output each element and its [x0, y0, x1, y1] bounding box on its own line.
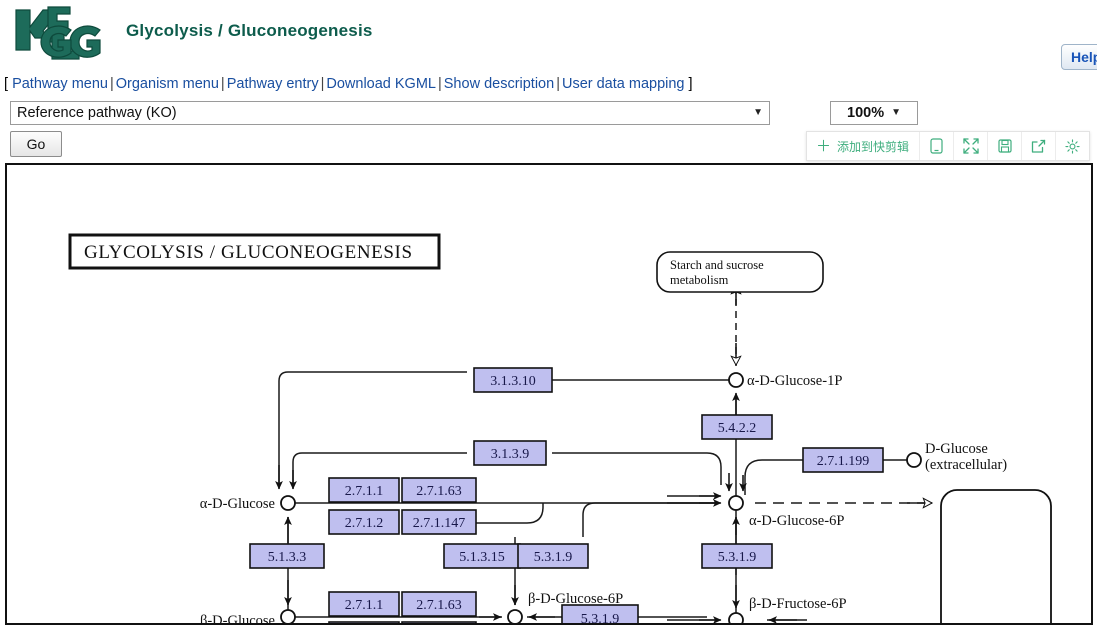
- enzyme-box-5-3-1-9-b[interactable]: 5.3.1.9: [701, 543, 773, 569]
- chevron-down-icon: ▼: [891, 107, 901, 118]
- go-button[interactable]: Go: [10, 131, 62, 157]
- quickclip-toolbar: ＋ 添加到快剪辑: [806, 131, 1090, 161]
- enzyme-box-5-4-2-2[interactable]: 5.4.2.2: [701, 414, 773, 440]
- pathway-select[interactable]: Reference pathway (KO) ▼: [10, 101, 770, 125]
- compound-label-line-1: D-Glucose: [925, 441, 988, 457]
- kegg-pathway-page: Glycolysis / Gluconeogenesis Help [ Path…: [0, 0, 1097, 625]
- enzyme-box-2-7-1-147-b[interactable]: 2.7.1.147: [401, 621, 477, 623]
- nav-sep: |: [220, 76, 225, 92]
- compound-label: β-D-Fructose-6P: [749, 596, 847, 612]
- nav-link-user-data-mapping[interactable]: User data mapping: [562, 76, 685, 92]
- add-to-quickclip-button[interactable]: ＋ 添加到快剪辑: [807, 132, 921, 160]
- add-to-quickclip-label: 添加到快剪辑: [837, 139, 910, 154]
- compound-b-d-glucose[interactable]: β-D-Glucose: [200, 609, 296, 623]
- map-node-line-1: Starch and sucrose: [670, 258, 764, 272]
- zoom-select[interactable]: 100% ▼: [830, 101, 918, 125]
- nav-link-pathway-menu[interactable]: Pathway menu: [12, 76, 108, 92]
- compound-d-glucose-extracellular[interactable]: D-Glucose (extracellular): [906, 441, 1007, 473]
- enzyme-box-2-7-1-199[interactable]: 2.7.1.199: [802, 447, 884, 473]
- zoom-select-value: 100%: [847, 105, 885, 121]
- enzyme-label: 5.3.1.9: [534, 550, 573, 565]
- pathway-canvas[interactable]: GLYCOLYSIS / GLUCONEOGENESIS Starch and …: [5, 163, 1093, 625]
- compound-label: α-D-Glucose-1P: [747, 373, 842, 389]
- compound-a-d-glucose-1p[interactable]: α-D-Glucose-1P: [728, 372, 842, 389]
- enzyme-label: 2.7.1.199: [817, 454, 870, 469]
- nav-links: [ Pathway menu | Organism menu | Pathway ent…: [4, 76, 1084, 98]
- enzyme-box-5-1-3-3[interactable]: 5.1.3.3: [249, 543, 325, 569]
- enzyme-box-3-1-3-10[interactable]: 3.1.3.10: [473, 367, 553, 393]
- enzyme-box-2-7-1-2-a[interactable]: 2.7.1.2: [328, 509, 400, 535]
- page-title: Glycolysis / Gluconeogenesis: [126, 21, 373, 40]
- enzyme-box-2-7-1-63-a[interactable]: 2.7.1.63: [401, 477, 477, 503]
- map-node-line-2: metabolism: [670, 273, 729, 287]
- compound-a-d-glucose-6p[interactable]: α-D-Glucose-6P: [728, 495, 844, 529]
- chevron-down-icon: ▼: [753, 107, 763, 118]
- enzyme-label: 2.7.1.63: [416, 598, 462, 613]
- enzyme-box-2-7-1-63-b[interactable]: 2.7.1.63: [401, 591, 477, 617]
- enzyme-box-5-3-1-9-c[interactable]: 5.3.1.9: [561, 604, 639, 623]
- enzyme-box-5-3-1-9-a[interactable]: 5.3.1.9: [517, 543, 589, 569]
- enzyme-label: 5.3.1.9: [581, 612, 620, 623]
- enzyme-box-2-7-1-1-a[interactable]: 2.7.1.1: [328, 477, 400, 503]
- help-button[interactable]: Help: [1061, 44, 1097, 70]
- map-node-right[interactable]: [940, 489, 1052, 623]
- nav-sep: |: [437, 76, 442, 92]
- enzyme-label: 2.7.1.63: [416, 484, 462, 499]
- enzyme-label: 2.7.1.2: [345, 516, 384, 531]
- enzyme-box-2-7-1-147-a[interactable]: 2.7.1.147: [401, 509, 477, 535]
- enzyme-label: 5.3.1.9: [718, 550, 757, 565]
- save-icon[interactable]: [988, 132, 1023, 160]
- compound-b-d-fructose-6p[interactable]: β-D-Fructose-6P: [728, 596, 847, 623]
- nav-close-bracket: ]: [688, 76, 693, 92]
- enzyme-label: 5.1.3.3: [268, 550, 307, 565]
- enzyme-label: 2.7.1.147: [413, 516, 466, 531]
- plus-icon: ＋: [816, 137, 832, 155]
- pathway-select-value: Reference pathway (KO): [17, 105, 177, 121]
- pathway-svg: GLYCOLYSIS / GLUCONEOGENESIS Starch and …: [68, 233, 1052, 623]
- compound-label: α-D-Glucose: [200, 496, 275, 512]
- nav-sep: |: [109, 76, 114, 92]
- nav-link-pathway-entry[interactable]: Pathway entry: [227, 76, 319, 92]
- enzyme-box-5-1-3-15[interactable]: 5.1.3.15: [443, 543, 521, 569]
- enzyme-label: 5.1.3.15: [459, 550, 505, 565]
- enzyme-box-3-1-3-9[interactable]: 3.1.3.9: [473, 440, 547, 466]
- compound-a-d-glucose[interactable]: α-D-Glucose: [200, 495, 296, 512]
- mobile-icon[interactable]: [920, 132, 955, 160]
- nav-link-organism-menu[interactable]: Organism menu: [116, 76, 219, 92]
- enzyme-label: 2.7.1.1: [345, 598, 384, 613]
- map-node-starch-sucrose[interactable]: Starch and sucrose metabolism: [656, 251, 824, 293]
- enzyme-label: 2.7.1.1: [345, 484, 384, 499]
- share-icon[interactable]: [1022, 132, 1057, 160]
- nav-open-bracket: [: [4, 76, 9, 92]
- pathway-title-box: GLYCOLYSIS / GLUCONEOGENESIS: [68, 233, 441, 270]
- nav-sep: |: [556, 76, 560, 92]
- enzyme-label: 3.1.3.9: [491, 447, 530, 462]
- enzyme-label: 3.1.3.10: [490, 374, 536, 389]
- nav-link-show-description[interactable]: Show description: [444, 76, 554, 92]
- expand-icon[interactable]: [954, 132, 989, 160]
- gear-icon[interactable]: [1056, 132, 1089, 160]
- compound-label: α-D-Glucose-6P: [749, 513, 844, 529]
- compound-label: β-D-Glucose: [200, 613, 275, 623]
- pathway-title-text: GLYCOLYSIS / GLUCONEOGENESIS: [84, 242, 413, 263]
- compound-label-line-2: (extracellular): [925, 457, 1007, 473]
- kegg-logo[interactable]: [8, 4, 113, 66]
- nav-link-download-kgml[interactable]: Download KGML: [326, 76, 436, 92]
- enzyme-box-2-7-1-2-b[interactable]: 2.7.1.2: [328, 621, 400, 623]
- enzyme-box-2-7-1-1-b[interactable]: 2.7.1.1: [328, 591, 400, 617]
- enzyme-label: 5.4.2.2: [718, 421, 757, 436]
